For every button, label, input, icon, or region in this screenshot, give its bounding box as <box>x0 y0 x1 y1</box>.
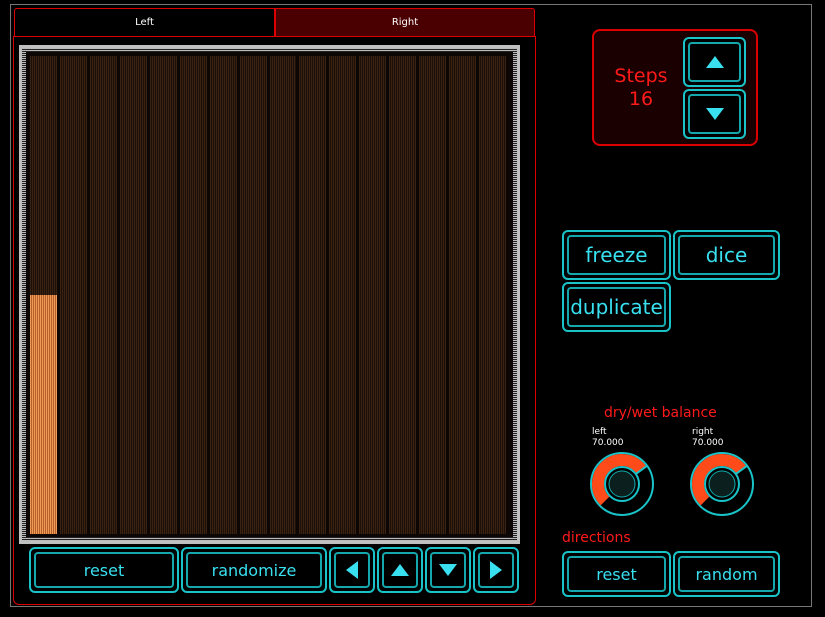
right-balance-knob[interactable] <box>689 451 755 517</box>
step-column[interactable] <box>329 56 357 534</box>
reset-button-label: reset <box>83 560 125 580</box>
arrow-down-icon <box>705 108 724 120</box>
freeze-button[interactable]: freeze <box>562 230 671 280</box>
arrow-right-icon <box>490 561 502 579</box>
left-knob-value: 70.000 <box>592 438 624 448</box>
tab-left[interactable]: Left <box>14 8 275 36</box>
steps-value: 16 <box>628 88 654 110</box>
step-grid-area[interactable] <box>26 52 513 537</box>
shift-right-button[interactable] <box>473 547 519 593</box>
right-knob-caption: right 70.000 <box>692 427 724 449</box>
arrow-down-icon <box>439 564 457 576</box>
step-column[interactable] <box>479 56 506 534</box>
step-column[interactable] <box>269 56 297 534</box>
right-knob-value: 70.000 <box>692 438 724 448</box>
steps-display: Steps 16 <box>599 65 683 111</box>
step-column[interactable] <box>359 56 387 534</box>
directions-random-label: random <box>695 564 758 584</box>
duplicate-button-label: duplicate <box>570 295 663 319</box>
shift-down-button[interactable] <box>425 547 471 593</box>
right-knob-label: right <box>692 427 714 437</box>
shift-left-button[interactable] <box>329 547 375 593</box>
step-column[interactable] <box>449 56 477 534</box>
randomize-button[interactable]: randomize <box>181 547 327 593</box>
step-column[interactable] <box>209 56 237 534</box>
steps-down-button[interactable] <box>683 89 746 139</box>
arrow-up-icon <box>705 56 724 68</box>
duplicate-button[interactable]: duplicate <box>562 282 671 332</box>
directions-reset-button[interactable]: reset <box>562 551 671 597</box>
steps-label: Steps <box>614 65 668 87</box>
dice-button[interactable]: dice <box>673 230 780 280</box>
step-column[interactable] <box>30 56 57 534</box>
step-column[interactable] <box>149 56 177 534</box>
step-column[interactable] <box>59 56 87 534</box>
step-column[interactable] <box>239 56 267 534</box>
step-column[interactable] <box>389 56 417 534</box>
dice-button-label: dice <box>705 243 748 267</box>
step-column[interactable] <box>419 56 447 534</box>
left-knob-label: left <box>592 427 607 437</box>
step-column[interactable] <box>119 56 147 534</box>
left-knob-caption: left 70.000 <box>592 427 624 449</box>
reset-button[interactable]: reset <box>29 547 179 593</box>
tab-right[interactable]: Right <box>275 8 535 36</box>
randomize-button-label: randomize <box>211 560 297 580</box>
step-grid[interactable] <box>19 45 520 544</box>
directions-title: directions <box>562 530 631 546</box>
directions-reset-label: reset <box>596 564 637 584</box>
shift-up-button[interactable] <box>377 547 423 593</box>
left-balance-knob[interactable] <box>589 451 655 517</box>
arrow-up-icon <box>391 564 409 576</box>
balance-title: dry/wet balance <box>604 405 717 421</box>
step-value-bar <box>30 295 57 534</box>
arrow-left-icon <box>346 561 358 579</box>
step-column[interactable] <box>179 56 207 534</box>
steps-up-button[interactable] <box>683 37 746 87</box>
directions-random-button[interactable]: random <box>673 551 780 597</box>
step-column[interactable] <box>89 56 117 534</box>
freeze-button-label: freeze <box>585 243 648 267</box>
step-column[interactable] <box>299 56 327 534</box>
